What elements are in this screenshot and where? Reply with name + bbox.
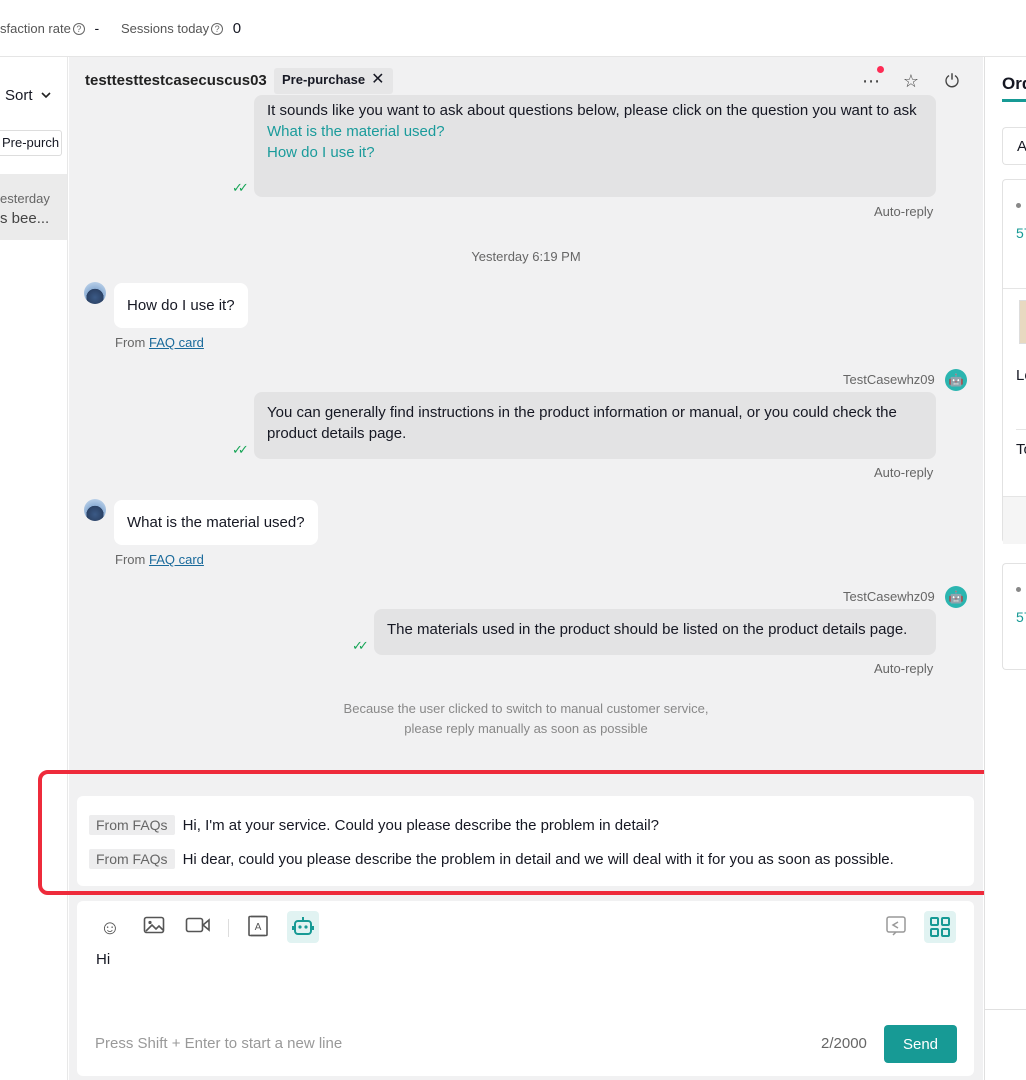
divider (1016, 429, 1026, 430)
sessions-today-stat: Sessions today? 0 (121, 20, 241, 37)
faq-card-link[interactable]: FAQ card (149, 335, 204, 350)
avatar (84, 499, 106, 521)
close-icon[interactable]: ✕ (371, 71, 384, 88)
auto-reply-label: Auto-reply (874, 204, 934, 219)
active-tab-indicator (1002, 99, 1026, 102)
status-dot (1016, 587, 1021, 592)
message-text: What is the material used? (127, 514, 305, 531)
customer-name: testtesttestcasecuscus03 (85, 72, 267, 89)
message-bubble-outgoing: You can generally find instructions in t… (254, 392, 936, 459)
quick-reply-icon[interactable] (883, 915, 909, 941)
satisfaction-rate-value: - (94, 20, 100, 36)
bot-assist-button[interactable] (287, 911, 319, 943)
satisfaction-rate-stat: sfaction rate? - (0, 20, 99, 36)
message-text: The materials used in the product should… (387, 621, 908, 638)
order-card[interactable]: 57 (1002, 563, 1026, 670)
tag-label: Pre-purchase (282, 72, 366, 87)
system-note: Because the user clicked to switch to ma… (69, 699, 983, 739)
message-text: How do I use it? (127, 297, 235, 314)
message-composer: ☺ A Hi Press Shift + Enter to start a ne… (77, 901, 974, 1076)
toolbar-divider (228, 919, 229, 937)
status-dot (1016, 203, 1021, 208)
notification-dot (877, 66, 884, 73)
grid-icon (930, 917, 950, 937)
character-counter: 2/2000 (821, 1035, 867, 1052)
read-receipt-icon: ✓✓ (352, 638, 369, 653)
divider (985, 1009, 1026, 1010)
conversation-time: esterday (0, 191, 50, 206)
avatar (84, 282, 106, 304)
message-input[interactable]: Hi (96, 951, 110, 968)
robot-icon: 🤖 (945, 369, 967, 391)
message-bubble-outgoing: It sounds like you want to ask about que… (254, 95, 936, 197)
divider (1003, 288, 1026, 289)
order-card[interactable]: 57 Lo To (1002, 179, 1026, 544)
satisfaction-rate-label: sfaction rate (0, 21, 71, 36)
order-id[interactable]: 57 (1016, 225, 1026, 241)
suggested-question-link[interactable]: How do I use it? (267, 142, 923, 163)
order-field-label: Lo (1016, 367, 1026, 384)
image-icon[interactable] (141, 915, 167, 941)
send-button[interactable]: Send (884, 1025, 957, 1063)
orders-panel: Ord A 57 Lo To 57 (984, 57, 1026, 1080)
star-icon[interactable]: ☆ (901, 71, 921, 91)
translate-icon[interactable]: A (245, 915, 271, 941)
message-text: You can generally find instructions in t… (267, 404, 897, 442)
suggested-question-link[interactable]: What is the material used? (267, 121, 923, 142)
emoji-icon[interactable]: ☺ (97, 915, 123, 941)
chat-panel: testtesttestcasecuscus03 Pre-purchase ✕ ⋯… (69, 57, 983, 1080)
order-total-label: To (1016, 441, 1026, 458)
video-icon[interactable] (185, 915, 211, 941)
read-receipt-icon: ✓✓ (232, 442, 249, 457)
read-receipt-icon: ✓✓ (232, 180, 249, 195)
faq-card-link[interactable]: FAQ card (149, 552, 204, 567)
order-id[interactable]: 57 (1016, 609, 1026, 625)
more-icon[interactable]: ⋯ (861, 71, 881, 91)
robot-icon: 🤖 (945, 586, 967, 608)
sort-dropdown[interactable]: Sort (5, 87, 52, 104)
highlight-box (38, 770, 1013, 895)
message-text: It sounds like you want to ask about que… (267, 102, 917, 119)
order-card-footer (1003, 496, 1026, 544)
product-thumbnail (1019, 300, 1026, 344)
conversation-tag: Pre-purchase ✕ (274, 68, 393, 94)
agent-name: TestCasewhz09 (843, 372, 935, 387)
apps-button[interactable] (924, 911, 956, 943)
source-prefix: From (115, 335, 146, 350)
system-note-line: Because the user clicked to switch to ma… (343, 701, 709, 716)
message-source: From FAQ card (115, 335, 204, 350)
timestamp: Yesterday 6:19 PM (471, 249, 581, 264)
auto-reply-label: Auto-reply (874, 661, 934, 676)
robot-icon (292, 917, 314, 935)
message-bubble-incoming: What is the material used? (114, 500, 318, 545)
conversation-list: Sort Pre-purch esterday s bee... (0, 57, 68, 1080)
filter-chip[interactable]: Pre-purch (0, 130, 62, 156)
input-hint: Press Shift + Enter to start a new line (95, 1035, 343, 1052)
sort-label: Sort (5, 87, 33, 104)
svg-text:A: A (255, 922, 262, 933)
order-filter-select[interactable]: A (1002, 127, 1026, 165)
message-bubble-outgoing: The materials used in the product should… (374, 609, 936, 655)
stats-bar: sfaction rate? - Sessions today? 0 (0, 0, 1026, 57)
tab-orders[interactable]: Ord (1002, 74, 1026, 94)
sessions-today-value: 0 (232, 20, 242, 37)
conversation-preview: s bee... (0, 210, 50, 227)
chevron-down-icon (41, 92, 51, 99)
sessions-today-label: Sessions today (121, 21, 210, 36)
power-icon[interactable]: ⏻ (942, 71, 962, 91)
system-note-line: please reply manually as soon as possibl… (404, 721, 648, 736)
help-icon[interactable]: ? (72, 23, 85, 35)
help-icon[interactable]: ? (211, 23, 224, 35)
source-prefix: From (115, 552, 146, 567)
agent-name: TestCasewhz09 (843, 589, 935, 604)
auto-reply-label: Auto-reply (874, 465, 934, 480)
message-bubble-incoming: How do I use it? (114, 283, 248, 328)
conversation-item[interactable]: esterday s bee... (0, 174, 67, 240)
message-source: From FAQ card (115, 552, 204, 567)
